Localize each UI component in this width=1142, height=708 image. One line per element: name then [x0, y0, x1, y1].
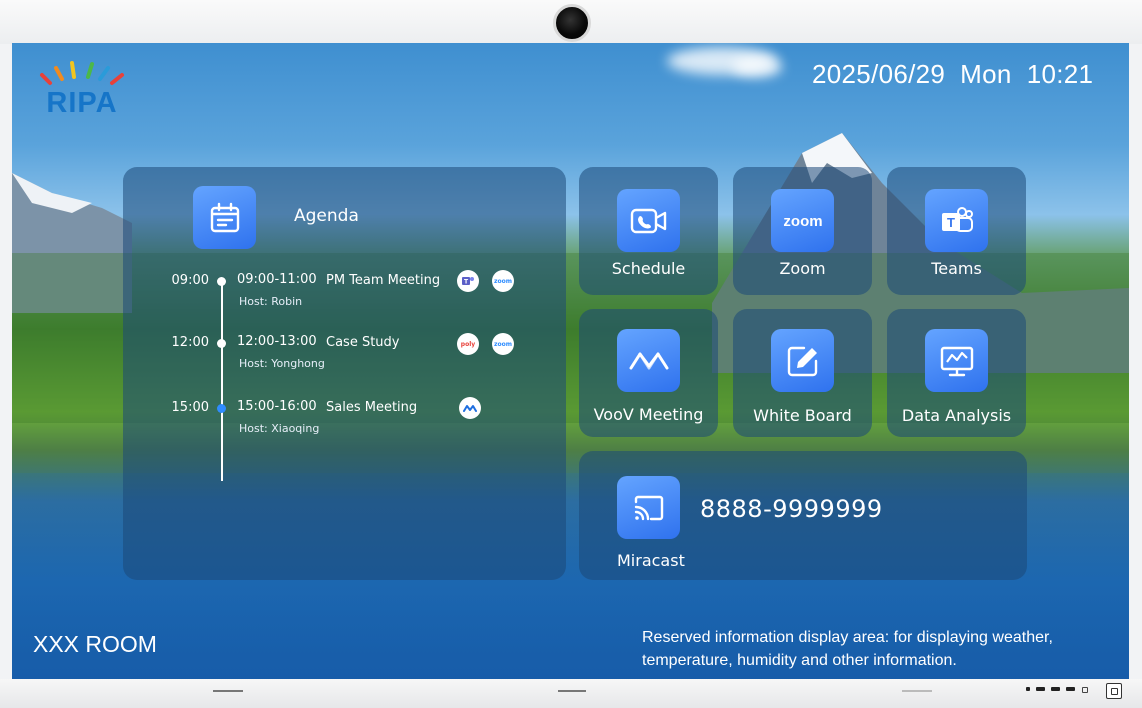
meeting-room-screen: RIPA 2025/06/29 Mon 10:21 Agenda 09:00 0…: [12, 43, 1129, 679]
voov-icon: [617, 329, 680, 392]
svg-text:T: T: [947, 215, 955, 230]
time-slot-label: 12:00: [171, 335, 209, 350]
miracast-panel[interactable]: Miracast 8888-9999999: [579, 451, 1027, 580]
app-label: VooV Meeting: [593, 405, 704, 424]
agenda-title: Agenda: [294, 206, 359, 226]
app-tile-white-board[interactable]: White Board: [733, 309, 872, 437]
time-slot-label: 15:00: [171, 400, 209, 415]
zoom-icon[interactable]: zoom: [492, 270, 514, 292]
meeting-host: Host: Robin: [239, 295, 303, 308]
meeting-time-range: 09:00-11:00: [237, 272, 317, 287]
timeline-dot-active: [217, 404, 226, 413]
meeting-host: Host: Yonghong: [239, 357, 325, 370]
timeline-dot: [217, 277, 226, 286]
ripa-logo: RIPA: [36, 57, 128, 127]
teams-icon: T: [925, 189, 988, 252]
time-slot-label: 09:00: [171, 273, 209, 288]
app-tile-voov-meeting[interactable]: VooV Meeting: [579, 309, 718, 437]
app-label: Zoom: [779, 259, 826, 278]
whiteboard-icon: [771, 329, 834, 392]
timeline-dot: [217, 339, 226, 348]
data-analysis-icon: [925, 329, 988, 392]
display-bezel-bottom: [0, 679, 1142, 708]
room-name: XXX ROOM: [33, 631, 157, 657]
usb-port-icon: [1051, 687, 1060, 691]
meeting-title[interactable]: Case Study: [326, 335, 399, 350]
zoom-icon: zoom: [771, 189, 834, 252]
hdmi-port-icon: [1066, 687, 1075, 691]
app-tile-zoom[interactable]: zoom Zoom: [733, 167, 872, 295]
app-label: Data Analysis: [901, 406, 1012, 425]
logo-text: RIPA: [46, 87, 118, 119]
camera-icon: [553, 4, 591, 42]
usb-port-icon: [1036, 687, 1045, 691]
cloud: [732, 57, 782, 77]
zoom-icon[interactable]: zoom: [492, 333, 514, 355]
voov-icon[interactable]: [459, 397, 481, 419]
video-call-icon: [617, 189, 680, 252]
meeting-title[interactable]: PM Team Meeting: [326, 273, 440, 288]
agenda-panel: Agenda 09:00 09:00-11:00 PM Team Meeting…: [123, 167, 566, 580]
poly-icon[interactable]: poly: [457, 333, 479, 355]
meeting-time-range: 15:00-16:00: [237, 399, 317, 414]
power-button-icon[interactable]: [1106, 683, 1122, 699]
miracast-code: 8888-9999999: [700, 495, 883, 523]
meeting-title[interactable]: Sales Meeting: [326, 400, 417, 415]
usb-port-icon: [1026, 687, 1030, 691]
date-time-display: 2025/06/29 Mon 10:21: [812, 59, 1094, 89]
calendar-icon[interactable]: [193, 186, 256, 249]
app-label: Teams: [931, 259, 982, 278]
meeting-host: Host: Xiaoqing: [239, 422, 320, 435]
sensor-icon: [1082, 687, 1088, 693]
app-tile-schedule[interactable]: Schedule: [579, 167, 718, 295]
bezel-mark: [902, 690, 932, 692]
cast-icon: [617, 476, 680, 539]
app-tile-data-analysis[interactable]: Data Analysis: [887, 309, 1026, 437]
agenda-timeline: [221, 280, 223, 481]
app-tile-teams[interactable]: T Teams: [887, 167, 1026, 295]
teams-icon[interactable]: T: [457, 270, 479, 292]
bezel-mark: [558, 690, 586, 692]
app-label: White Board: [753, 406, 852, 425]
bezel-mark: [213, 690, 243, 692]
meeting-time-range: 12:00-13:00: [237, 334, 317, 349]
app-label: Schedule: [611, 259, 686, 278]
svg-text:zoom: zoom: [783, 213, 822, 229]
miracast-label: Miracast: [617, 551, 685, 570]
info-display-area: Reserved information display area: for d…: [642, 629, 1053, 669]
